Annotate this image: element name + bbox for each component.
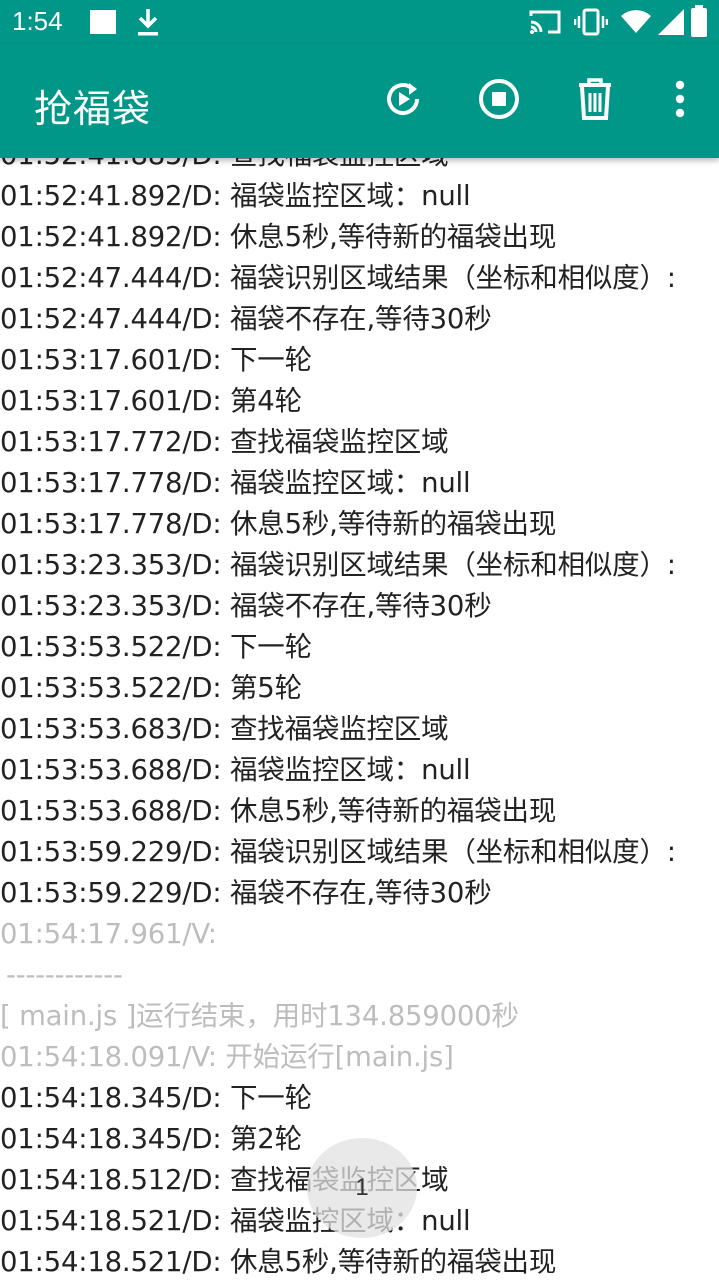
log-line: 01:53:59.229/D: 福袋不存在,等待30秒 xyxy=(0,877,492,909)
log-line: 01:52:47.444/D: 福袋不存在,等待30秒 xyxy=(0,303,492,335)
log-line: 01:53:53.688/D: 福袋监控区域：null xyxy=(0,754,471,786)
delete-button[interactable] xyxy=(570,76,620,126)
status-time: 1:54 xyxy=(12,6,63,36)
stop-icon xyxy=(476,76,522,126)
log-line: 01:52:41.892/D: 休息5秒,等待新的福袋出现 xyxy=(0,221,557,253)
battery-icon xyxy=(690,4,708,42)
log-line: 01:53:23.353/D: 福袋识别区域结果（坐标和相似度）: xyxy=(0,549,676,581)
log-line: 01:53:17.772/D: 查找福袋监控区域 xyxy=(0,426,449,458)
app-title: 抢福袋 xyxy=(34,87,152,131)
log-line: 01:54:18.521/D: 休息5秒,等待新的福袋出现 xyxy=(0,1246,557,1278)
more-vert-icon xyxy=(674,79,686,123)
log-line: 01:54:18.091/V: 开始运行[main.js] xyxy=(0,1041,454,1073)
vibrate-icon xyxy=(573,6,609,42)
delete-icon xyxy=(573,76,617,126)
log-line: 01:53:53.688/D: 休息5秒,等待新的福袋出现 xyxy=(0,795,557,827)
cast-icon xyxy=(528,8,562,40)
log-line: 01:53:17.601/D: 下一轮 xyxy=(0,344,312,376)
signal-icon xyxy=(656,8,686,40)
app-bar: 抢福袋 xyxy=(0,44,719,158)
log-line: 01:53:17.601/D: 第4轮 xyxy=(0,385,302,417)
status-bar: 1:54 xyxy=(0,0,719,44)
restart-icon xyxy=(379,75,427,127)
log-line: [ main.js ]运行结束，用时134.859000秒 xyxy=(0,1000,519,1032)
log-line: 01:53:23.353/D: 福袋不存在,等待30秒 xyxy=(0,590,492,622)
floating-count-button[interactable]: 1 xyxy=(307,1138,417,1238)
stop-button[interactable] xyxy=(474,76,524,126)
log-line: 01:52:41.892/D: 福袋监控区域：null xyxy=(0,180,471,212)
console-log[interactable]: 01:52:41.885/D: 查找福袋监控区域 01:52:41.892/D: … xyxy=(0,158,719,1280)
log-line: 01:53:53.683/D: 查找福袋监控区域 xyxy=(0,713,449,745)
log-line: 01:53:53.522/D: 第5轮 xyxy=(0,672,302,704)
more-options-button[interactable] xyxy=(655,76,705,126)
log-line: 01:54:18.345/D: 下一轮 xyxy=(0,1082,312,1114)
log-line: 01:52:41.885/D: 查找福袋监控区域 xyxy=(0,158,719,176)
log-line: 01:53:17.778/D: 福袋监控区域：null xyxy=(0,467,471,499)
restart-button[interactable] xyxy=(378,76,428,126)
log-line: 01:53:59.229/D: 福袋识别区域结果（坐标和相似度）: xyxy=(0,836,676,868)
download-icon xyxy=(134,6,162,42)
log-line: 01:52:47.444/D: 福袋识别区域结果（坐标和相似度）: xyxy=(0,262,676,294)
log-line: 01:53:53.522/D: 下一轮 xyxy=(0,631,312,663)
log-line: 01:53:17.778/D: 休息5秒,等待新的福袋出现 xyxy=(0,508,557,540)
wifi-icon xyxy=(620,8,652,38)
log-line: ------------ xyxy=(6,959,123,991)
floating-count-label: 1 xyxy=(355,1174,369,1201)
console-log-lines: 01:52:41.885/D: 查找福袋监控区域 01:52:41.892/D: … xyxy=(0,158,719,1280)
notification-square-icon xyxy=(88,8,120,40)
log-line: 01:54:17.961/V: xyxy=(0,918,217,950)
